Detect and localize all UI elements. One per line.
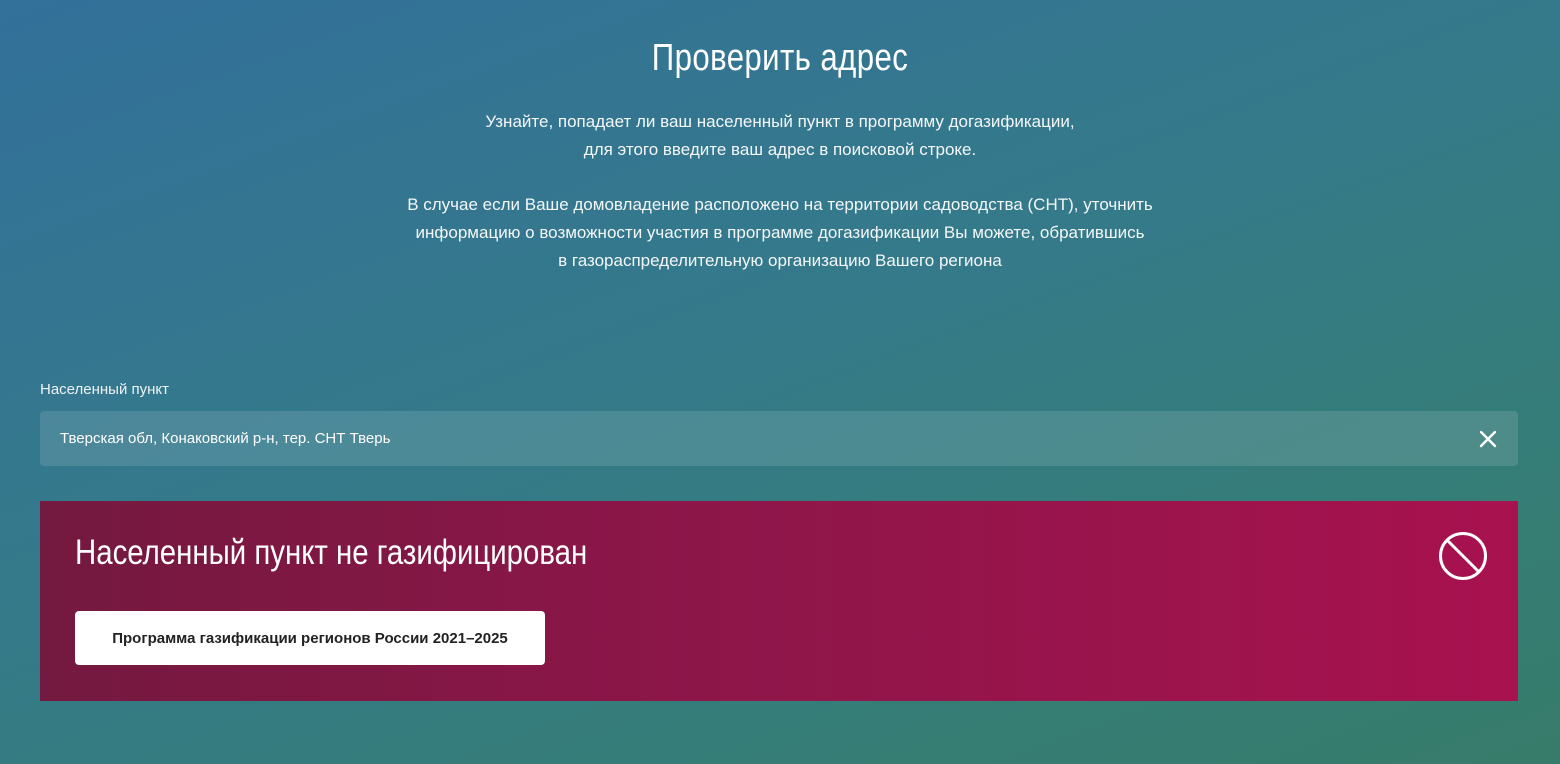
result-panel: Населенный пункт не газифицирован Програ… [40,501,1518,701]
close-icon[interactable] [1476,427,1500,451]
locality-label: Населенный пункт [40,381,170,398]
page-title: Проверить адрес [651,37,909,79]
intro-text: Узнайте, попадает ли ваш населенный пунк… [0,108,1560,275]
intro-line: для этого введите ваш адрес в поисковой … [583,140,977,159]
intro-line: В случае если Ваше домовладение располож… [407,195,1153,214]
intro-line: Узнайте, попадает ли ваш населенный пунк… [485,112,1075,131]
intro-line: информацию о возможности участия в прогр… [415,223,1145,242]
check-address-page: Проверить адрес Узнайте, попадает ли ваш… [0,0,1560,764]
locality-input[interactable] [40,411,1440,466]
result-title: Населенный пункт не газифицирован [75,533,588,572]
locality-field [40,411,1518,466]
prohibited-icon [1438,531,1488,581]
intro-line: в газораспределительную организацию Ваше… [558,251,1002,270]
gasification-program-button[interactable]: Программа газификации регионов России 20… [75,611,545,665]
